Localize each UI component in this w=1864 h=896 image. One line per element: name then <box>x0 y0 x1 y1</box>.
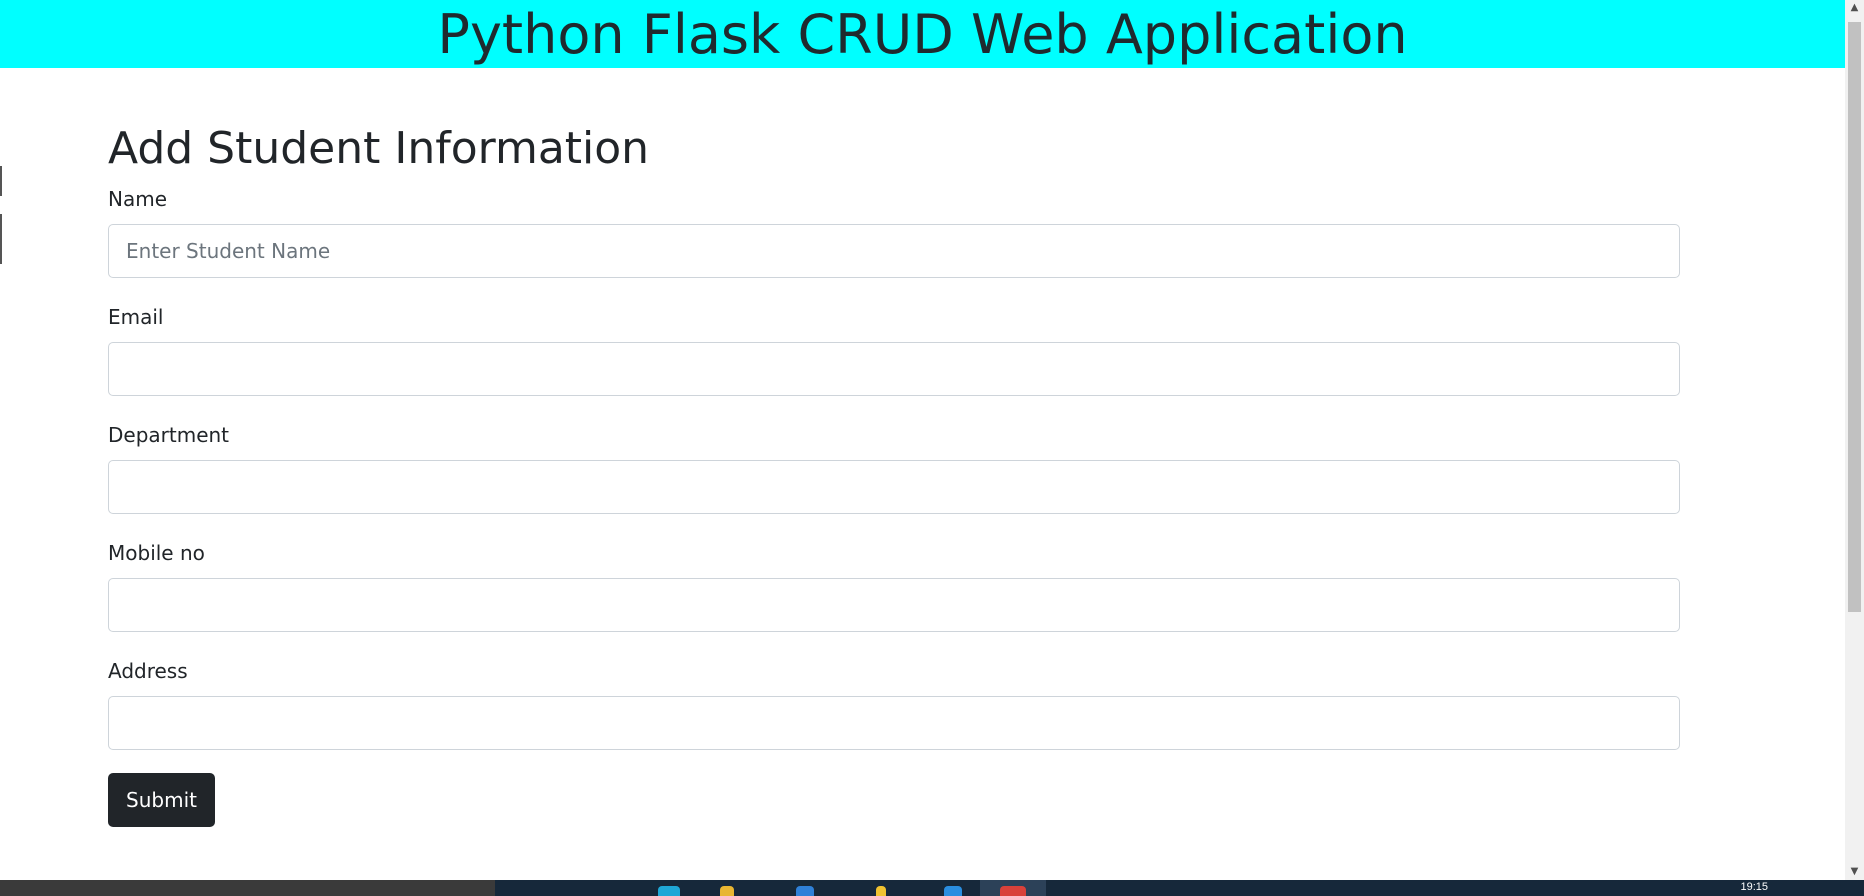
scroll-down-icon[interactable]: ▼ <box>1845 864 1864 880</box>
address-field-group: Address <box>108 658 1680 750</box>
department-label: Department <box>108 423 230 447</box>
file-explorer-icon[interactable] <box>720 886 734 896</box>
edge-icon[interactable] <box>658 886 680 896</box>
window-edge-mark <box>0 214 2 264</box>
app-title: Python Flask CRUD Web Application <box>437 3 1408 66</box>
department-input[interactable] <box>108 460 1680 514</box>
taskbar-active-app[interactable] <box>980 880 1046 896</box>
name-input[interactable] <box>108 224 1680 278</box>
form-title: Add Student Information <box>108 123 650 174</box>
address-label: Address <box>108 659 188 683</box>
browser-page: Python Flask CRUD Web Application Add St… <box>0 0 1864 896</box>
student-form: Add Student Information Name Email Depar… <box>108 118 1680 827</box>
window-edge-mark <box>0 166 2 196</box>
mobile-input[interactable] <box>108 578 1680 632</box>
scroll-up-icon[interactable]: ▲ <box>1845 0 1864 16</box>
taskbar: 19:15 <box>0 880 1864 896</box>
folder-icon[interactable] <box>876 886 886 896</box>
name-field-group: Name <box>108 186 1680 278</box>
department-field-group: Department <box>108 422 1680 514</box>
taskbar-search-area[interactable] <box>0 880 495 896</box>
address-input[interactable] <box>108 696 1680 750</box>
submit-button[interactable]: Submit <box>108 773 215 827</box>
taskbar-clock[interactable]: 19:15 <box>1740 880 1768 894</box>
app-icon[interactable] <box>944 886 962 896</box>
scroll-thumb[interactable] <box>1848 22 1861 612</box>
app-header: Python Flask CRUD Web Application <box>0 0 1845 68</box>
email-label: Email <box>108 305 164 329</box>
email-field-group: Email <box>108 304 1680 396</box>
chrome-icon[interactable] <box>1000 886 1026 896</box>
vertical-scrollbar[interactable]: ▲ ▼ <box>1845 0 1864 880</box>
vscode-icon[interactable] <box>796 886 814 896</box>
mobile-label: Mobile no <box>108 541 205 565</box>
name-label: Name <box>108 187 168 211</box>
email-input[interactable] <box>108 342 1680 396</box>
mobile-field-group: Mobile no <box>108 540 1680 632</box>
